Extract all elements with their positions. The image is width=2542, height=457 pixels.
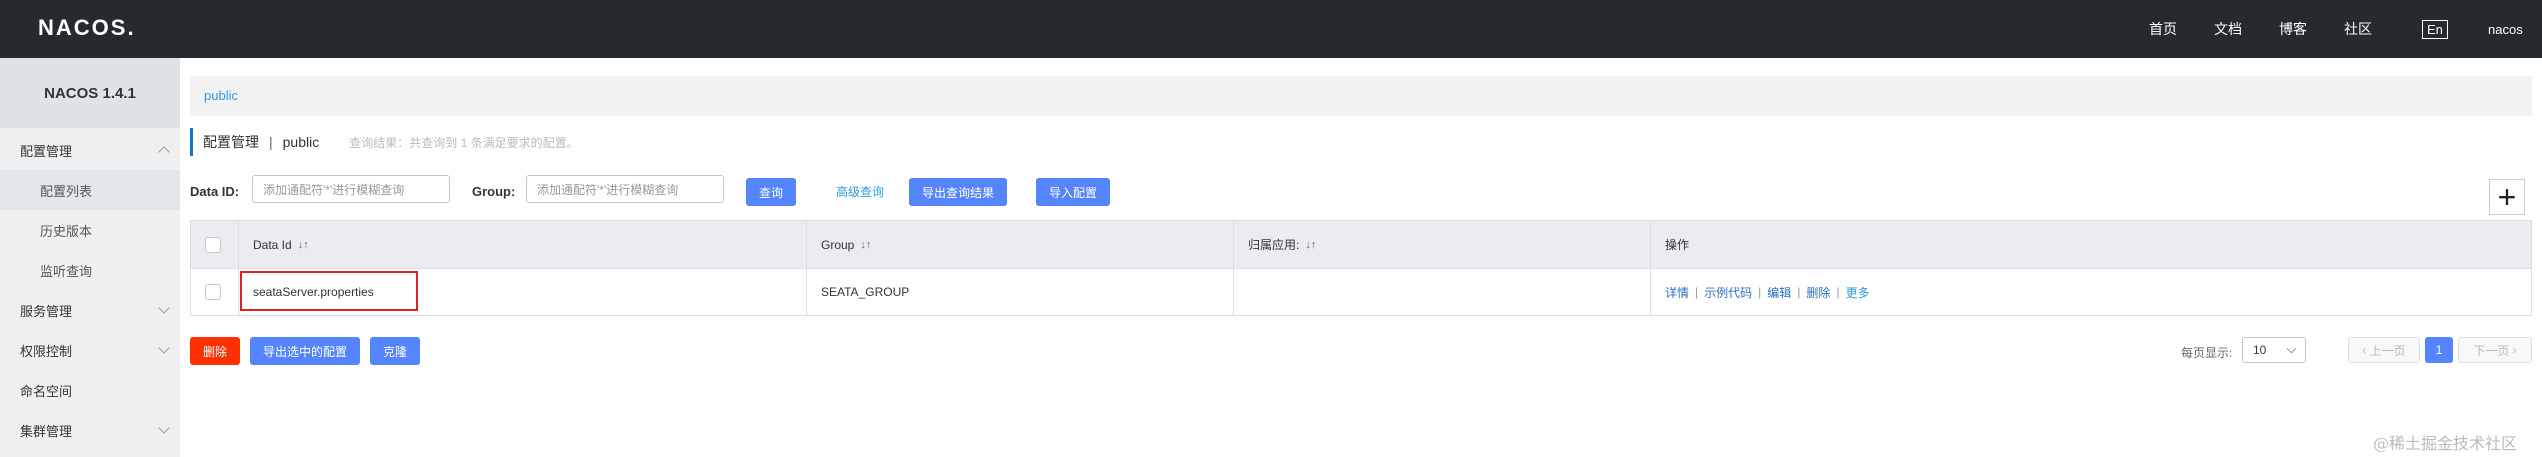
sidebar-item-config-management[interactable]: 配置管理 xyxy=(0,130,180,170)
chevron-down-icon xyxy=(158,422,170,434)
column-app[interactable]: 归属应用: ↓↑ xyxy=(1234,221,1651,268)
data-id-label: Data ID: xyxy=(190,184,240,199)
row-checkbox[interactable] xyxy=(205,284,221,300)
chevron-down-icon xyxy=(158,302,170,314)
sort-icon[interactable]: ↓↑ xyxy=(1305,239,1316,251)
detail-link[interactable]: 详情 xyxy=(1665,284,1689,301)
namespace-tab-public[interactable]: public xyxy=(204,88,238,103)
sidebar-item-label: 命名空间 xyxy=(20,383,73,399)
pipe-separator: | xyxy=(1758,285,1762,299)
prev-page-button[interactable]: ‹ 上一页 xyxy=(2348,337,2420,363)
nav-blog[interactable]: 博客 xyxy=(2279,19,2307,39)
table-header: Data Id ↓↑ Group ↓↑ 归属应用: ↓↑ 操作 xyxy=(191,221,2531,269)
sidebar-item-label: 历史版本 xyxy=(40,223,93,239)
page-size-label: 每页显示: xyxy=(2181,346,2233,360)
cell-app xyxy=(1234,269,1651,315)
chevron-left-icon: ‹ xyxy=(2362,343,2370,357)
column-group[interactable]: Group ↓↑ xyxy=(807,221,1234,268)
top-bar: NACOS. 首页 文档 博客 社区 En nacos xyxy=(0,0,2542,58)
sidebar-item-label: 服务管理 xyxy=(20,303,73,319)
chevron-up-icon xyxy=(158,146,170,158)
nav-home[interactable]: 首页 xyxy=(2149,19,2177,39)
more-link[interactable]: 更多 xyxy=(1846,284,1870,301)
column-label: Data Id xyxy=(253,237,292,252)
sidebar-item-label: 权限控制 xyxy=(20,343,73,359)
column-label: Group xyxy=(821,237,855,252)
cell-operations: 详情 | 示例代码 | 编辑 | 删除 | 更多 xyxy=(1651,269,2531,315)
cell-group: SEATA_GROUP xyxy=(807,269,1234,315)
row-checkbox-cell xyxy=(191,269,239,315)
group-label: Group: xyxy=(472,184,516,199)
nav-community[interactable]: 社区 xyxy=(2344,19,2372,39)
nav-docs[interactable]: 文档 xyxy=(2214,19,2242,39)
column-label: 操作 xyxy=(1665,238,1690,252)
sidebar-item-label: 配置管理 xyxy=(20,143,73,159)
group-value: SEATA_GROUP xyxy=(821,285,910,299)
add-config-button[interactable]: + xyxy=(2489,179,2525,215)
language-switch[interactable]: En xyxy=(2422,19,2448,39)
prev-label: 上一页 xyxy=(2369,343,2406,358)
sort-icon[interactable]: ↓↑ xyxy=(860,239,871,251)
sidebar-item-label: 配置列表 xyxy=(40,183,93,199)
query-result-hint: 查询结果：共查询到 1 条满足要求的配置。 xyxy=(349,135,579,150)
column-operations: 操作 xyxy=(1651,221,2531,268)
data-id-input[interactable]: 添加通配符'*'进行模糊查询 xyxy=(252,175,450,203)
highlight-annotation xyxy=(240,271,418,311)
main-content: public 配置管理 | public 查询结果：共查询到 1 条满足要求的配… xyxy=(190,58,2542,457)
clone-button[interactable]: 克隆 xyxy=(370,337,420,365)
sidebar-item-listener-query[interactable]: 监听查询 xyxy=(0,250,180,290)
import-config-button[interactable]: 导入配置 xyxy=(1036,178,1110,206)
page-size-select[interactable]: 10 xyxy=(2242,337,2306,363)
sidebar-item-service-management[interactable]: 服务管理 xyxy=(0,290,180,330)
config-table: Data Id ↓↑ Group ↓↑ 归属应用: ↓↑ 操作 seataSer… xyxy=(190,220,2532,316)
title-separator: | xyxy=(269,134,273,150)
nacos-logo[interactable]: NACOS. xyxy=(38,15,136,41)
sort-icon[interactable]: ↓↑ xyxy=(298,239,309,251)
sidebar: NACOS 1.4.1 配置管理 配置列表 历史版本 监听查询 服务管理 权限控… xyxy=(0,58,180,457)
page-size-value: 10 xyxy=(2253,343,2267,357)
group-input[interactable]: 添加通配符'*'进行模糊查询 xyxy=(526,175,724,203)
sidebar-item-label: 监听查询 xyxy=(40,263,93,279)
sidebar-item-cluster-management[interactable]: 集群管理 xyxy=(0,410,180,450)
page-title-text: 配置管理 xyxy=(203,134,259,150)
chevron-right-icon: › xyxy=(2509,343,2517,357)
chevron-down-icon xyxy=(158,342,170,354)
pipe-separator: | xyxy=(1695,285,1699,299)
bulk-delete-button[interactable]: 删除 xyxy=(190,337,240,365)
query-button[interactable]: 查询 xyxy=(746,178,796,206)
column-data-id[interactable]: Data Id ↓↑ xyxy=(239,221,807,268)
sidebar-item-access-control[interactable]: 权限控制 xyxy=(0,330,180,370)
advanced-query-link[interactable]: 高级查询 xyxy=(836,183,884,200)
sidebar-item-history[interactable]: 历史版本 xyxy=(0,210,180,250)
sidebar-item-namespace[interactable]: 命名空间 xyxy=(0,370,180,410)
page-namespace: public xyxy=(282,134,320,150)
table-row: seataServer.properties SEATA_GROUP 详情 | 示… xyxy=(191,269,2531,315)
delete-link[interactable]: 删除 xyxy=(1806,284,1830,301)
watermark: @稀土掘金技术社区 xyxy=(2373,434,2518,453)
next-page-button[interactable]: 下一页 › xyxy=(2458,337,2532,363)
sidebar-item-label: 集群管理 xyxy=(20,423,73,439)
select-all-checkbox[interactable] xyxy=(205,236,221,253)
chevron-down-icon xyxy=(2286,343,2297,354)
sample-code-link[interactable]: 示例代码 xyxy=(1704,284,1752,301)
pipe-separator: | xyxy=(1836,285,1840,299)
export-selected-button[interactable]: 导出选中的配置 xyxy=(250,337,360,365)
version-title: NACOS 1.4.1 xyxy=(0,58,180,128)
current-page-button[interactable]: 1 xyxy=(2425,337,2453,363)
header-checkbox-cell xyxy=(191,221,239,268)
namespace-bar: public xyxy=(190,76,2532,116)
next-label: 下一页 xyxy=(2473,343,2510,358)
column-label: 归属应用: xyxy=(1248,238,1300,252)
user-name[interactable]: nacos xyxy=(2488,22,2523,37)
sidebar-item-config-list[interactable]: 配置列表 xyxy=(0,170,180,210)
plus-icon: + xyxy=(2497,179,2517,215)
export-query-button[interactable]: 导出查询结果 xyxy=(909,178,1007,206)
page-title: 配置管理 | public 查询结果：共查询到 1 条满足要求的配置。 xyxy=(190,128,579,156)
edit-link[interactable]: 编辑 xyxy=(1767,284,1791,301)
pipe-separator: | xyxy=(1797,285,1801,299)
